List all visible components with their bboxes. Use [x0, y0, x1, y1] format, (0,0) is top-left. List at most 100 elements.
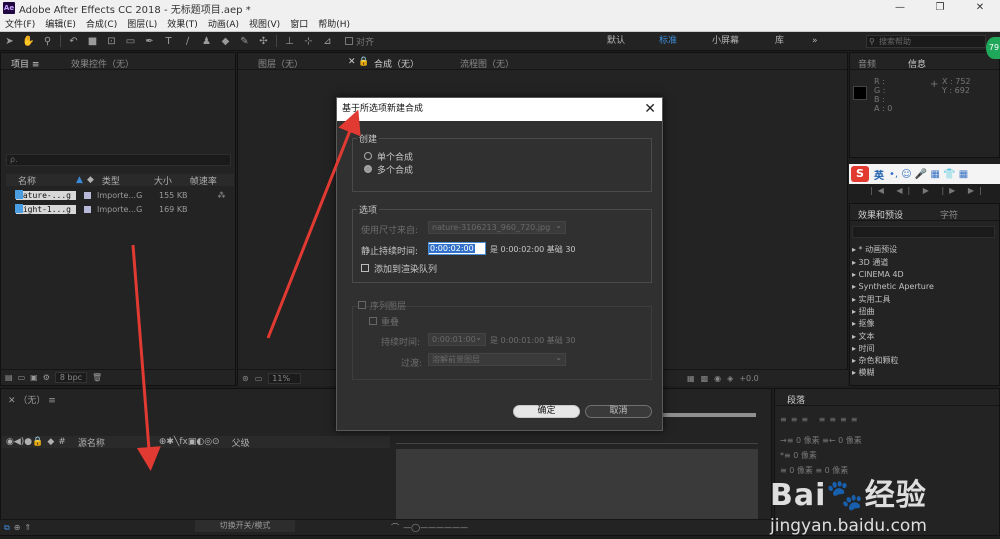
sogou-logo-icon[interactable]: S — [851, 166, 869, 182]
menu-animation[interactable]: 动画(A) — [203, 17, 244, 30]
workspace-default[interactable]: 默认 — [607, 32, 625, 51]
av-switches-icon[interactable]: ◉◀)●🔒 — [6, 437, 43, 447]
effect-category[interactable]: ▸ * 动画预设 — [852, 244, 897, 255]
interpret-footage-icon[interactable]: ▤ — [5, 373, 13, 382]
timeline-track-area[interactable] — [396, 449, 758, 519]
effect-category[interactable]: ▸ 3D 通道 — [852, 257, 888, 268]
snap-checkbox[interactable] — [345, 37, 353, 45]
menu-edit[interactable]: 编辑(E) — [40, 17, 81, 30]
effect-category[interactable]: ▸ 文本 — [852, 331, 875, 342]
zoom-tool-icon[interactable]: ⚲ — [41, 35, 54, 48]
single-comp-label[interactable]: 单个合成 — [377, 150, 413, 163]
workspace-small-screen[interactable]: 小屏幕 — [712, 32, 739, 51]
eraser-tool-icon[interactable]: ◆ — [219, 35, 232, 48]
preview-controls[interactable]: |◀ ◀| ▶ |▶ ▶| — [870, 186, 987, 195]
first-line-indent-row[interactable]: *≡ 0 像素 — [780, 450, 817, 461]
project-row[interactable]: night-1...g Importe...G 169 KB — [6, 203, 234, 215]
bit-depth-button[interactable]: 8 bpc — [54, 372, 88, 383]
effect-category[interactable]: ▸ CINEMA 4D — [852, 270, 904, 279]
effect-category[interactable]: ▸ 杂色和颗粒 — [852, 355, 899, 366]
overlap-label[interactable]: 重叠 — [381, 315, 399, 328]
exposure-value[interactable]: +0.0 — [739, 374, 758, 383]
column-source-name[interactable]: 源名称 — [78, 436, 105, 449]
tab-timeline[interactable]: ✕ （无） ≡ — [8, 393, 56, 406]
label-tag-icon[interactable]: ◆ — [47, 437, 54, 447]
text-tool-icon[interactable]: T — [162, 35, 175, 48]
camera-tool-icon[interactable]: ■ — [86, 35, 99, 48]
ok-button[interactable]: 确定 — [513, 405, 580, 418]
new-folder-icon[interactable]: ▭ — [18, 373, 26, 382]
effect-category[interactable]: ▸ Synthetic Aperture — [852, 282, 934, 291]
project-row[interactable]: nature-...g Importe...G 155 KB ⁂ — [6, 189, 234, 201]
always-preview-icon[interactable]: ⊛ — [242, 374, 249, 383]
composition-flow-icon[interactable]: ⧉ — [4, 523, 10, 533]
pan-behind-tool-icon[interactable]: ⊡ — [105, 35, 118, 48]
zoom-slider[interactable]: —◯—————— — [403, 523, 468, 532]
hand-tool-icon[interactable]: ✋ — [22, 35, 35, 48]
menu-layer[interactable]: 图层(L) — [122, 17, 162, 30]
region-icon[interactable]: ▦ — [687, 374, 695, 383]
menu-file[interactable]: 文件(F) — [0, 17, 40, 30]
column-frame-rate[interactable]: 帧速率 — [190, 174, 217, 187]
label-color-swatch[interactable] — [84, 205, 91, 213]
settings-icon[interactable]: ⚙ — [43, 373, 50, 382]
maximize-button[interactable]: ❐ — [920, 0, 960, 16]
effect-category[interactable]: ▸ 模糊 — [852, 367, 875, 378]
duration-input[interactable]: 0:00:01:00 — [428, 332, 486, 346]
menu-help[interactable]: 帮助(H) — [313, 17, 355, 30]
rotate-tool-icon[interactable]: ↶ — [67, 35, 80, 48]
ime-tools-icon[interactable]: •, ☺ 🎤 ▦ 👕 ▦ — [889, 169, 968, 180]
single-comp-radio[interactable] — [364, 152, 372, 160]
column-size[interactable]: 大小 — [154, 174, 172, 187]
workspace-standard[interactable]: 标准 — [659, 32, 677, 51]
column-name[interactable]: 名称 — [18, 174, 36, 187]
label-color-swatch[interactable] — [84, 191, 91, 199]
effect-category[interactable]: ▸ 实用工具 — [852, 294, 891, 305]
menu-effect[interactable]: 效果(T) — [162, 17, 203, 30]
workspace-library[interactable]: 库 — [775, 32, 784, 51]
close-comp-tab-icon[interactable]: ✕ 🔒 — [348, 57, 370, 67]
indent-row[interactable]: →≡ 0 像素 ≡← 0 像素 — [780, 435, 862, 446]
minimize-button[interactable]: — — [880, 0, 920, 16]
dialog-close-button[interactable]: ✕ — [644, 98, 656, 121]
draft-3d-icon[interactable]: ⇑ — [24, 523, 31, 532]
zoom-out-icon[interactable]: ⌒ — [391, 522, 399, 533]
effect-category[interactable]: ▸ 抠像 — [852, 318, 875, 329]
menu-window[interactable]: 窗口 — [285, 17, 313, 30]
trash-icon[interactable]: 🗑 — [92, 373, 102, 382]
add-render-queue-checkbox[interactable] — [361, 264, 369, 272]
monitor-icon[interactable]: ▭ — [255, 374, 263, 383]
rectangle-tool-icon[interactable]: ▭ — [124, 35, 137, 48]
effects-search-input[interactable] — [852, 226, 995, 238]
new-comp-icon[interactable]: ▣ — [30, 373, 38, 382]
selection-tool-icon[interactable]: ➤ — [3, 35, 16, 48]
label-tag-icon[interactable]: ◆ — [87, 175, 94, 185]
ime-language-toggle[interactable]: 英 — [874, 167, 884, 182]
multi-comp-radio[interactable] — [364, 165, 372, 173]
workspace-more-icon[interactable]: » — [812, 32, 818, 51]
puppet-tool-icon[interactable]: ✣ — [257, 35, 270, 48]
layer-switches-icon[interactable]: ⊕✱╲fx▣◐◎⊙ — [159, 437, 220, 447]
effect-category[interactable]: ▸ 时间 — [852, 343, 875, 354]
snapshot-icon[interactable]: ◉ — [714, 374, 721, 383]
paragraph-align-buttons[interactable]: ≡≡≡ ≡≡≡≡ — [780, 415, 861, 424]
time-ruler[interactable] — [396, 432, 758, 444]
column-parent[interactable]: 父级 — [232, 436, 250, 449]
sequence-layers-checkbox[interactable] — [358, 301, 366, 309]
search-help-input[interactable]: 搜索帮助 — [866, 35, 986, 48]
sort-up-icon[interactable]: ▲ — [76, 175, 83, 185]
still-duration-input[interactable]: 0:00:02:00 — [428, 242, 486, 255]
roto-brush-tool-icon[interactable]: ✎ — [238, 35, 251, 48]
project-search-input[interactable]: ρ. — [6, 154, 231, 166]
transition-dropdown[interactable]: 溶解前景图层 — [428, 352, 566, 366]
work-area-bar[interactable] — [663, 413, 756, 417]
column-type[interactable]: 类型 — [102, 174, 120, 187]
axis-view-icon[interactable]: ⊿ — [321, 35, 334, 48]
menu-composition[interactable]: 合成(C) — [81, 17, 122, 30]
pen-tool-icon[interactable]: ✒ — [143, 35, 156, 48]
cancel-button[interactable]: 取消 — [585, 405, 652, 418]
transparency-grid-icon[interactable]: ▩ — [701, 374, 709, 383]
axis-icon[interactable]: ⊥ — [283, 35, 296, 48]
axis-world-icon[interactable]: ⊹ — [302, 35, 315, 48]
add-render-queue-label[interactable]: 添加到渲染队列 — [374, 262, 437, 275]
